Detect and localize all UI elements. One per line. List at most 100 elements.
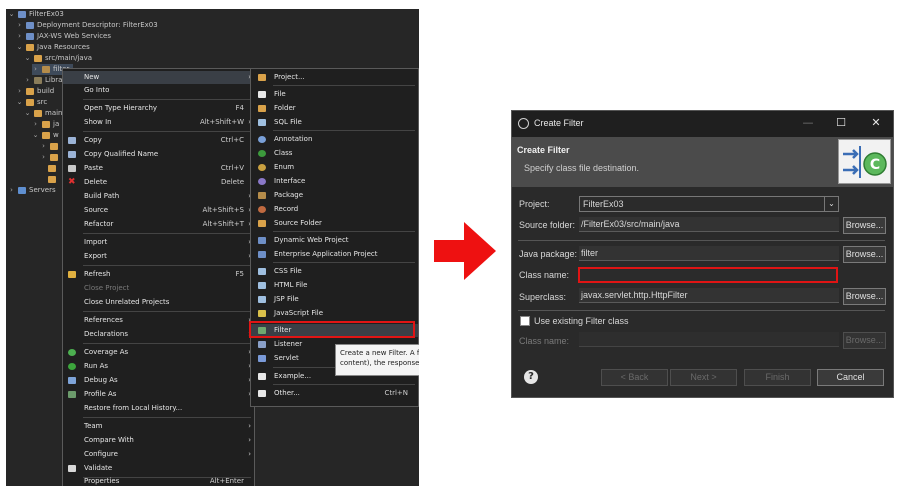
submenu-item-project[interactable]: Project... <box>251 71 418 84</box>
submenu-item-file[interactable]: File <box>251 88 418 101</box>
back-button[interactable]: < Back <box>601 369 668 386</box>
tree-item-build[interactable]: › build <box>16 86 54 97</box>
tree-item-servers[interactable]: › Servers <box>8 185 56 196</box>
chevron-right-icon[interactable]: › <box>32 119 39 130</box>
menu-item-delete[interactable]: ✖ Delete Delete <box>63 176 254 189</box>
submenu-item-enum[interactable]: Enum <box>251 161 418 174</box>
submenu-item-label: SQL File <box>274 118 302 126</box>
chevron-right-icon[interactable]: › <box>16 20 23 31</box>
minimize-button[interactable]: — <box>801 116 815 129</box>
submenu-item-css-file[interactable]: CSS File <box>251 265 418 278</box>
use-existing-label[interactable]: Use existing Filter class <box>534 316 629 326</box>
menu-item-declarations[interactable]: Declarations› <box>63 328 254 341</box>
tree-item-src-main-java[interactable]: ⌄ src/main/java <box>24 53 92 64</box>
submenu-item-package[interactable]: Package <box>251 189 418 202</box>
menu-item-team[interactable]: Team › <box>63 420 254 433</box>
chevron-right-icon[interactable]: › <box>40 141 47 152</box>
tree-item-java[interactable]: › ja <box>32 119 59 130</box>
menu-item-new[interactable]: New› <box>63 71 254 84</box>
tree-item-main[interactable]: ⌄ main <box>24 108 63 119</box>
chevron-down-icon[interactable]: ⌄ <box>8 9 15 20</box>
next-button[interactable]: Next > <box>670 369 737 386</box>
menu-item-references[interactable]: References› <box>63 314 254 327</box>
tree-item-java-resources[interactable]: ⌄ Java Resources <box>16 42 90 53</box>
tree-item-src[interactable]: ⌄ src <box>16 97 47 108</box>
submenu-item-annotation[interactable]: Annotation <box>251 133 418 146</box>
chevron-down-icon[interactable]: ⌄ <box>24 53 31 64</box>
browse-existing-class-button[interactable]: Browse... <box>843 332 886 349</box>
chevron-right-icon[interactable]: › <box>16 31 23 42</box>
tree-item-project[interactable]: ⌄ FilterEx03 <box>8 9 64 20</box>
browse-source-folder-button[interactable]: Browse... <box>843 217 886 234</box>
cancel-button[interactable]: Cancel <box>817 369 884 386</box>
menu-item-copy-qualified-name[interactable]: Copy Qualified Name <box>63 148 254 161</box>
menu-item-paste[interactable]: Paste Ctrl+V <box>63 162 254 175</box>
menu-item-open-type-hierarchy[interactable]: Open Type Hierarchy F4 <box>63 102 254 115</box>
chevron-right-icon[interactable]: › <box>16 86 23 97</box>
menu-item-validate[interactable]: Validate <box>63 462 254 475</box>
tree-item-deployment-descriptor[interactable]: › Deployment Descriptor: FilterEx03 <box>16 20 158 31</box>
menu-item-copy[interactable]: Copy Ctrl+C <box>63 134 254 147</box>
menu-item-run-as[interactable]: Run As› <box>63 360 254 373</box>
menu-item-debug-as[interactable]: Debug As› <box>63 374 254 387</box>
chevron-down-icon[interactable]: ⌄ <box>24 108 31 119</box>
tree-item-sub-folder[interactable]: › <box>40 152 58 163</box>
menu-item-restore-local-history[interactable]: Restore from Local History... <box>63 402 254 415</box>
submenu-item-class[interactable]: Class <box>251 147 418 160</box>
source-folder-field[interactable]: /FilterEx03/src/main/java <box>579 217 839 232</box>
submenu-item-dynamic-web-project[interactable]: Dynamic Web Project <box>251 234 418 247</box>
submenu-item-enterprise-application-project[interactable]: Enterprise Application Project <box>251 248 418 261</box>
tree-item-webapp[interactable]: ⌄ w <box>32 130 59 141</box>
menu-item-build-path[interactable]: Build Path› <box>63 190 254 203</box>
chevron-right-icon[interactable]: › <box>24 75 31 86</box>
tree-item-file[interactable] <box>48 174 56 185</box>
menu-item-close-project[interactable]: Close Project <box>63 282 254 295</box>
menu-item-export[interactable]: Export› <box>63 250 254 263</box>
menu-item-compare-with[interactable]: Compare With › <box>63 434 254 447</box>
chevron-right-icon[interactable]: › <box>32 64 39 75</box>
tree-item-jaxws[interactable]: › JAX-WS Web Services <box>16 31 111 42</box>
submenu-item-source-folder[interactable]: Source Folder <box>251 217 418 230</box>
submenu-item-jsp-file[interactable]: JSP File <box>251 293 418 306</box>
java-package-field[interactable]: filter <box>579 246 839 261</box>
submenu-item-sql-file[interactable]: SQL File <box>251 116 418 129</box>
superclass-field[interactable]: javax.servlet.http.HttpFilter <box>579 288 839 303</box>
help-icon[interactable]: ? <box>524 370 538 384</box>
chevron-right-icon[interactable]: › <box>40 152 47 163</box>
chevron-right-icon[interactable]: › <box>8 185 15 196</box>
menu-item-shortcut: F5 <box>235 270 244 278</box>
use-existing-checkbox[interactable] <box>520 316 530 326</box>
submenu-item-record[interactable]: Record <box>251 203 418 216</box>
submenu-item-other[interactable]: Other... Ctrl+N <box>251 387 418 400</box>
submenu-item-interface[interactable]: Interface <box>251 175 418 188</box>
chevron-down-icon[interactable]: ⌄ <box>16 42 23 53</box>
menu-item-refactor[interactable]: RefactorAlt+Shift+T› <box>63 218 254 231</box>
chevron-down-icon[interactable]: ⌄ <box>32 130 39 141</box>
class-name-field[interactable] <box>578 267 838 283</box>
menu-item-show-in[interactable]: Show InAlt+Shift+W› <box>63 116 254 129</box>
chevron-down-icon[interactable]: ⌄ <box>824 197 838 211</box>
chevron-down-icon[interactable]: ⌄ <box>16 97 23 108</box>
browse-package-button[interactable]: Browse... <box>843 246 886 263</box>
close-button[interactable]: ✕ <box>869 116 883 129</box>
submenu-item-html-file[interactable]: HTML File <box>251 279 418 292</box>
menu-item-close-unrelated-projects[interactable]: Close Unrelated Projects <box>63 296 254 309</box>
project-select[interactable]: FilterEx03 ⌄ <box>579 196 839 212</box>
submenu-item-javascript-file[interactable]: JavaScript File <box>251 307 418 320</box>
menu-item-import[interactable]: Import› <box>63 236 254 249</box>
menu-item-refresh[interactable]: Refresh F5 <box>63 268 254 281</box>
menu-item-coverage-as[interactable]: Coverage As› <box>63 346 254 359</box>
browse-superclass-button[interactable]: Browse... <box>843 288 886 305</box>
tree-item-libraries[interactable]: › Libra <box>24 75 62 86</box>
submenu-item-folder[interactable]: Folder <box>251 102 418 115</box>
menu-item-profile-as[interactable]: Profile As› <box>63 388 254 401</box>
menu-item-properties[interactable]: Properties Alt+Enter <box>63 475 254 486</box>
menu-item-configure[interactable]: Configure › <box>63 448 254 461</box>
tree-item-file[interactable] <box>48 163 56 174</box>
maximize-button[interactable]: ☐ <box>834 116 848 129</box>
tree-item-sub-folder[interactable]: › <box>40 141 58 152</box>
menu-item-source[interactable]: SourceAlt+Shift+S› <box>63 204 254 217</box>
existing-class-field[interactable] <box>579 332 839 347</box>
finish-button[interactable]: Finish <box>744 369 811 386</box>
menu-item-go-into[interactable]: Go Into <box>63 84 254 97</box>
